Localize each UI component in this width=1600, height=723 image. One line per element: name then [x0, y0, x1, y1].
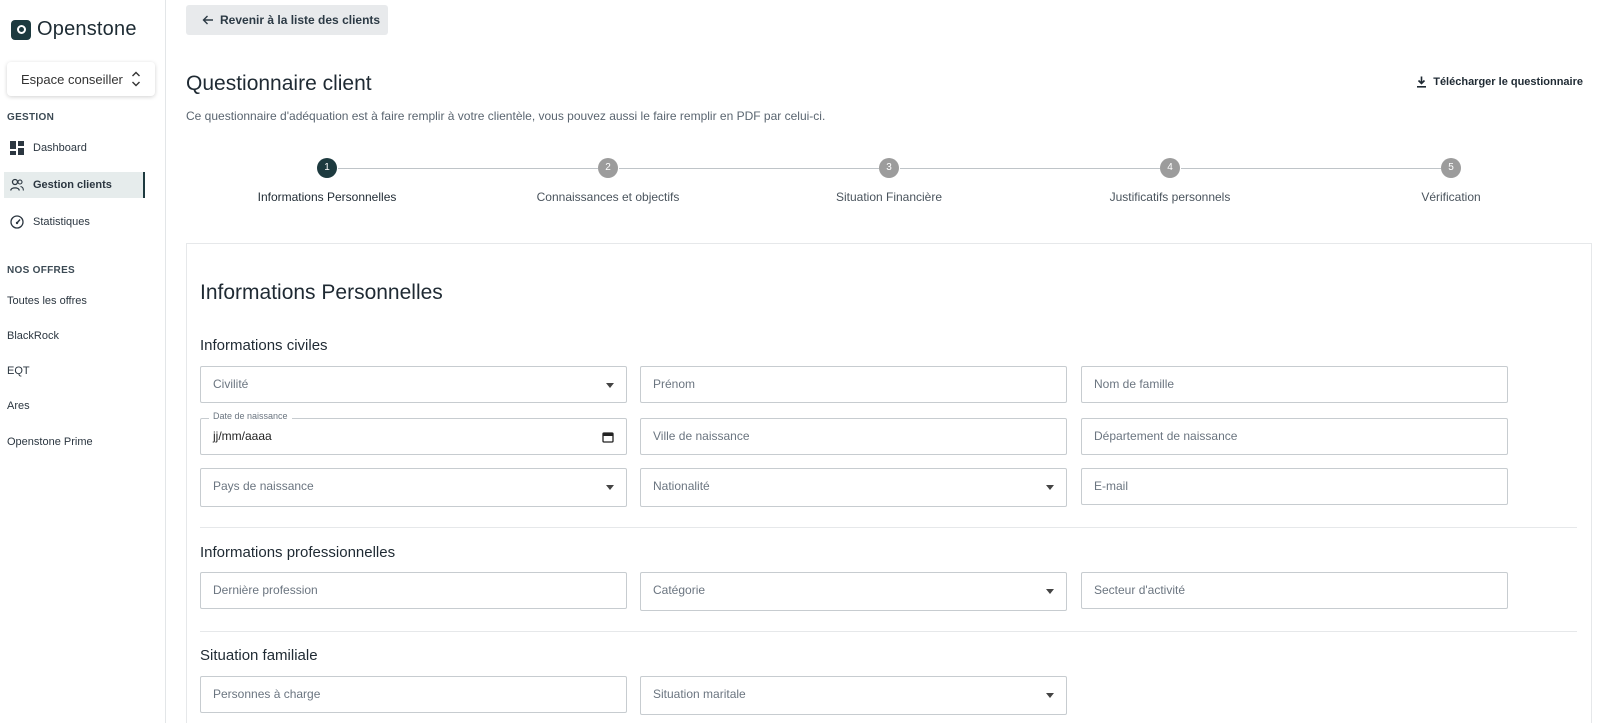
download-questionnaire-button[interactable]: Télécharger le questionnaire	[1416, 76, 1583, 88]
date-naissance-label: Date de naissance	[209, 411, 292, 421]
dashboard-icon	[10, 141, 24, 155]
prenom-input[interactable]: Prénom	[640, 366, 1067, 403]
section-title-family: Situation familiale	[200, 647, 318, 664]
sidebar-offer-eqt[interactable]: EQT	[7, 365, 30, 377]
space-selector[interactable]: Espace conseiller	[7, 62, 155, 96]
ville-placeholder: Ville de naissance	[653, 429, 750, 443]
back-to-clients-button[interactable]: Revenir à la liste des clients	[186, 5, 388, 35]
sidebar-offer-ares[interactable]: Ares	[7, 400, 30, 412]
download-label: Télécharger le questionnaire	[1433, 76, 1583, 88]
pays-placeholder: Pays de naissance	[213, 479, 314, 493]
step-label: Justificatifs personnels	[1109, 190, 1231, 204]
departement-naissance-input[interactable]: Département de naissance	[1081, 418, 1508, 455]
step-number: 4	[1160, 158, 1180, 178]
personnes-placeholder: Personnes à charge	[213, 687, 321, 701]
step-3[interactable]: 3 Situation Financière	[789, 158, 989, 204]
sidebar-offer-blackrock[interactable]: BlackRock	[7, 330, 59, 342]
date-naissance-value: jj/mm/aaaa	[213, 429, 272, 443]
sidebar: Openstone Espace conseiller GESTION Dash…	[0, 0, 166, 723]
section-title-pro: Informations professionnelles	[200, 544, 396, 561]
sidebar-item-label: Dashboard	[33, 142, 87, 154]
sidebar-offer-openstone-prime[interactable]: Openstone Prime	[7, 436, 93, 448]
date-naissance-input[interactable]: Date de naissance jj/mm/aaaa	[200, 411, 627, 455]
step-label: Informations Personnelles	[257, 190, 397, 204]
step-2[interactable]: 2 Connaissances et objectifs	[508, 158, 708, 204]
back-button-label: Revenir à la liste des clients	[220, 13, 381, 27]
profession-placeholder: Dernière profession	[213, 583, 318, 597]
step-1[interactable]: 1 Informations Personnelles	[227, 158, 427, 204]
sidebar-item-statistiques[interactable]: Statistiques	[4, 209, 145, 235]
profession-input[interactable]: Dernière profession	[200, 572, 627, 609]
gauge-icon	[10, 215, 24, 229]
logo-icon	[11, 19, 31, 40]
section-divider	[200, 527, 1577, 528]
civilite-placeholder: Civilité	[213, 377, 249, 391]
caret-down-icon	[1046, 485, 1054, 490]
step-4[interactable]: 4 Justificatifs personnels	[1070, 158, 1270, 204]
download-icon	[1417, 76, 1427, 88]
step-number: 2	[598, 158, 618, 178]
caret-down-icon	[1046, 589, 1054, 594]
sidebar-item-label: Gestion clients	[33, 179, 112, 191]
situation-maritale-select[interactable]: Situation maritale	[640, 676, 1067, 715]
arrow-left-icon	[202, 15, 213, 25]
civilite-select[interactable]: Civilité	[200, 366, 627, 403]
situation-placeholder: Situation maritale	[653, 687, 746, 701]
nom-input[interactable]: Nom de famille	[1081, 366, 1508, 403]
nationalite-select[interactable]: Nationalité	[640, 468, 1067, 507]
step-number: 5	[1441, 158, 1461, 178]
categorie-placeholder: Catégorie	[653, 583, 706, 597]
users-icon	[10, 178, 24, 191]
ville-naissance-input[interactable]: Ville de naissance	[640, 418, 1067, 455]
sidebar-offer-all[interactable]: Toutes les offres	[7, 295, 87, 307]
page-description: Ce questionnaire d'adéquation est à fair…	[186, 109, 826, 123]
secteur-placeholder: Secteur d'activité	[1094, 583, 1186, 597]
caret-down-icon	[606, 485, 614, 490]
step-number: 1	[317, 158, 337, 178]
section-label-gestion: GESTION	[7, 112, 55, 123]
page-title: Questionnaire client	[186, 72, 372, 95]
email-placeholder: E-mail	[1094, 479, 1129, 493]
step-number: 3	[879, 158, 899, 178]
sidebar-item-label: Statistiques	[33, 216, 90, 228]
step-5[interactable]: 5 Vérification	[1351, 158, 1551, 204]
secteur-input[interactable]: Secteur d'activité	[1081, 572, 1508, 609]
email-input[interactable]: E-mail	[1081, 468, 1508, 505]
prenom-placeholder: Prénom	[653, 377, 696, 391]
nom-placeholder: Nom de famille	[1094, 377, 1175, 391]
section-divider	[200, 631, 1577, 632]
categorie-select[interactable]: Catégorie	[640, 572, 1067, 611]
space-selector-label: Espace conseiller	[21, 71, 123, 87]
step-label: Vérification	[1421, 190, 1481, 204]
caret-down-icon	[1046, 693, 1054, 698]
departement-placeholder: Département de naissance	[1094, 429, 1238, 443]
section-title-civil: Informations civiles	[200, 337, 328, 354]
calendar-icon[interactable]	[602, 431, 614, 443]
stepper: 1 Informations Personnelles 2 Connaissan…	[186, 158, 1592, 208]
step-label: Situation Financière	[835, 190, 943, 204]
sidebar-item-dashboard[interactable]: Dashboard	[4, 135, 145, 161]
pays-naissance-select[interactable]: Pays de naissance	[200, 468, 627, 507]
logo-text: Openstone	[37, 18, 137, 40]
section-label-offres: NOS OFFRES	[7, 265, 76, 276]
logo[interactable]: Openstone	[11, 18, 137, 41]
chevron-up-down-icon	[132, 71, 140, 87]
caret-down-icon	[606, 383, 614, 388]
personnes-charge-input[interactable]: Personnes à charge	[200, 676, 627, 713]
sidebar-item-gestion-clients[interactable]: Gestion clients	[4, 172, 145, 198]
form-title: Informations Personnelles	[200, 281, 443, 304]
step-label: Connaissances et objectifs	[536, 190, 680, 204]
nationalite-placeholder: Nationalité	[653, 479, 710, 493]
